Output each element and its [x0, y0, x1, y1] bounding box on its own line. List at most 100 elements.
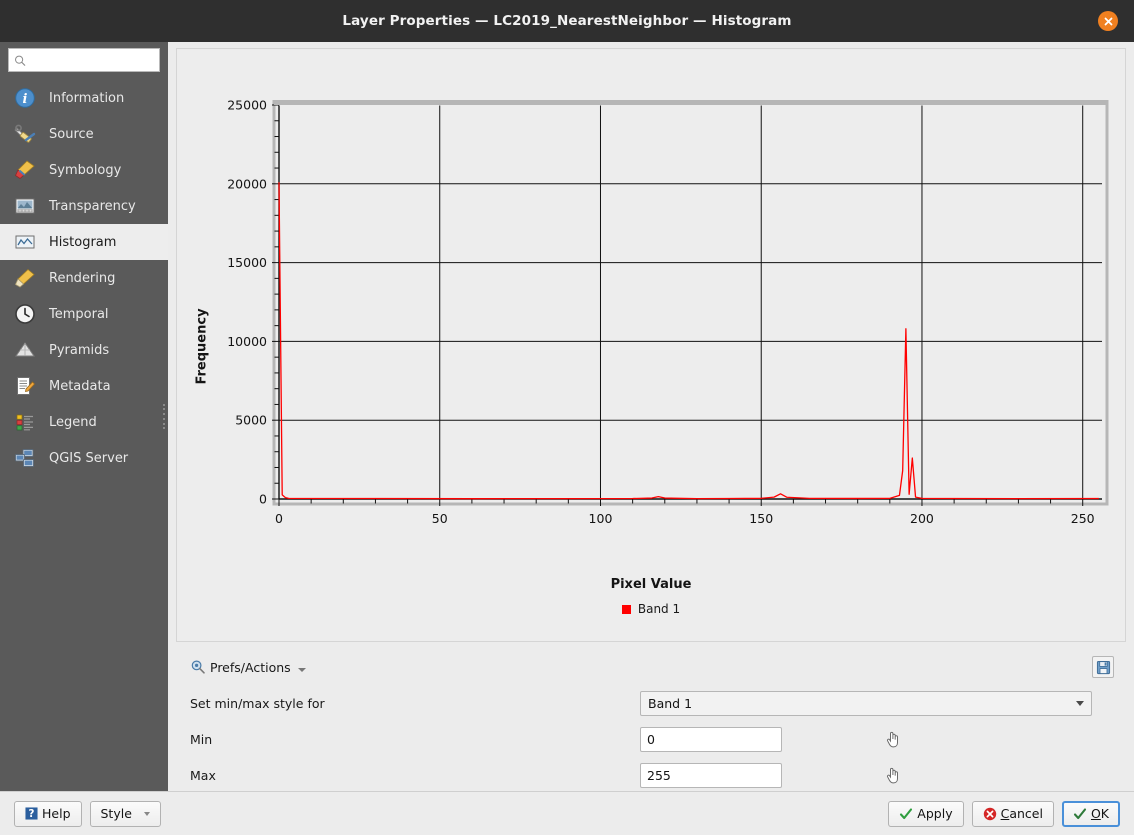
- transparency-icon: [13, 194, 37, 218]
- content-area: Raster Histogram Frequency Pixel Value B…: [168, 42, 1134, 791]
- sidebar-item-label: Transparency: [49, 198, 136, 214]
- sidebar-item-qgis-server[interactable]: QGIS Server: [0, 440, 168, 476]
- style-button[interactable]: Style: [89, 800, 161, 827]
- x-tick-label: 150: [749, 511, 773, 526]
- ok-button[interactable]: OK: [1061, 800, 1120, 827]
- sidebar-item-metadata[interactable]: Metadata: [0, 368, 168, 404]
- window-title: Layer Properties — LC2019_NearestNeighbo…: [342, 13, 792, 29]
- x-tick-label: 50: [432, 511, 448, 526]
- information-icon: i: [13, 86, 37, 110]
- min-row: Min: [190, 726, 1118, 752]
- sidebar-item-information[interactable]: i Information: [0, 80, 168, 116]
- histogram-icon: [13, 230, 37, 254]
- cancel-icon: [983, 807, 996, 820]
- chevron-down-icon: [1076, 700, 1084, 706]
- svg-text:i: i: [23, 92, 28, 107]
- legend-label-band-1: Band 1: [637, 602, 681, 616]
- cancel-button[interactable]: Cancel: [971, 800, 1054, 827]
- min-label: Min: [190, 731, 213, 747]
- prefs-row: Prefs/Actions: [190, 654, 1118, 680]
- sidebar-item-label: Histogram: [49, 234, 117, 250]
- svg-text:?: ?: [29, 809, 35, 820]
- min-picker-button[interactable]: [882, 728, 904, 750]
- sidebar-item-label: Metadata: [49, 378, 111, 394]
- max-row: Max: [190, 762, 1118, 788]
- raster-histogram-chart: Raster Histogram Frequency Pixel Value B…: [177, 49, 1125, 641]
- y-tick-label: 5000: [235, 413, 267, 428]
- sidebar-resize-grip[interactable]: [163, 403, 166, 430]
- help-button[interactable]: ? Help: [14, 800, 82, 827]
- dialog-footer: ? Help Style Apply Cancel OK: [0, 791, 1134, 835]
- y-tick-label: 0: [259, 492, 267, 507]
- x-tick-label: 200: [910, 511, 934, 526]
- sidebar-item-symbology[interactable]: Symbology: [0, 152, 168, 188]
- sidebar-item-label: Source: [49, 126, 94, 142]
- y-tick-label: 10000: [227, 334, 267, 349]
- dialog-body: i Information Source Symbology Transpare…: [0, 42, 1134, 791]
- sidebar-item-label: Information: [49, 90, 125, 106]
- pointer-hand-icon: [887, 767, 898, 784]
- apply-button[interactable]: Apply: [888, 800, 964, 827]
- band-select-value: Band 1: [648, 695, 693, 711]
- qgis-server-icon: [13, 446, 37, 470]
- apply-label: Apply: [917, 806, 953, 821]
- prefs-actions-label: Prefs/Actions: [210, 659, 291, 675]
- sidebar-item-label: Symbology: [49, 162, 122, 178]
- layer-properties-dialog: Layer Properties — LC2019_NearestNeighbo…: [0, 0, 1134, 835]
- sidebar-item-transparency[interactable]: Transparency: [0, 188, 168, 224]
- sidebar-item-rendering[interactable]: Rendering: [0, 260, 168, 296]
- search-input[interactable]: [25, 53, 159, 67]
- cancel-label: Cancel: [1000, 806, 1043, 821]
- x-tick-label: 250: [1071, 511, 1095, 526]
- style-label: Style: [100, 806, 132, 821]
- x-tick-label: 0: [275, 511, 283, 526]
- title-bar: Layer Properties — LC2019_NearestNeighbo…: [0, 0, 1134, 42]
- sidebar: i Information Source Symbology Transpare…: [0, 42, 168, 791]
- min-input[interactable]: [640, 726, 782, 752]
- histogram-plot-panel: Raster Histogram Frequency Pixel Value B…: [176, 48, 1126, 642]
- chevron-down-icon: [297, 668, 306, 672]
- sidebar-item-legend[interactable]: Legend: [0, 404, 168, 440]
- minmax-style-label: Set min/max style for: [190, 695, 325, 711]
- pointer-hand-icon: [887, 731, 898, 748]
- sidebar-item-label: Temporal: [49, 306, 109, 322]
- sidebar-search-wrap: [0, 48, 168, 80]
- search-icon: [15, 55, 26, 66]
- save-button[interactable]: [1092, 656, 1114, 678]
- ok-label: OK: [1090, 806, 1109, 821]
- minmax-style-row: Set min/max style for Band 1: [190, 690, 1118, 716]
- search-box[interactable]: [8, 48, 160, 72]
- magnifier-icon: [191, 660, 205, 674]
- chart-legend: Band 1: [177, 602, 1125, 616]
- sidebar-item-label: Rendering: [49, 270, 116, 286]
- close-glyph: [1104, 17, 1112, 25]
- sidebar-item-temporal[interactable]: Temporal: [0, 296, 168, 332]
- chart-plot-svg: 05000100001500020000250000 50 100 150 200 250: [177, 49, 1117, 526]
- sidebar-item-label: Legend: [49, 414, 97, 430]
- band-select[interactable]: Band 1: [640, 690, 1092, 716]
- sidebar-item-label: Pyramids: [49, 342, 110, 358]
- rendering-icon: [13, 266, 37, 290]
- histogram-controls: Prefs/Actions Set min/max style for Band…: [176, 642, 1126, 791]
- max-input[interactable]: [640, 762, 782, 788]
- close-icon[interactable]: [1098, 11, 1118, 31]
- sidebar-item-source[interactable]: Source: [0, 116, 168, 152]
- sidebar-item-label: QGIS Server: [49, 450, 129, 466]
- prefs-actions-button[interactable]: Prefs/Actions: [190, 659, 306, 675]
- check-icon: [900, 807, 913, 819]
- metadata-icon: [13, 374, 37, 398]
- sidebar-item-pyramids[interactable]: Pyramids: [0, 332, 168, 368]
- temporal-icon: [13, 302, 37, 326]
- save-icon: [1096, 660, 1110, 674]
- help-label: Help: [42, 806, 71, 821]
- check-icon: [1073, 807, 1087, 819]
- legend-swatch-band-1: [621, 604, 631, 614]
- chevron-down-icon: [143, 811, 150, 816]
- help-icon: ?: [25, 807, 38, 820]
- legend-icon: [13, 410, 37, 434]
- symbology-icon: [13, 158, 37, 182]
- max-picker-button[interactable]: [882, 764, 904, 786]
- pyramids-icon: [13, 338, 37, 362]
- sidebar-item-histogram[interactable]: Histogram: [0, 224, 168, 260]
- max-label: Max: [190, 767, 216, 783]
